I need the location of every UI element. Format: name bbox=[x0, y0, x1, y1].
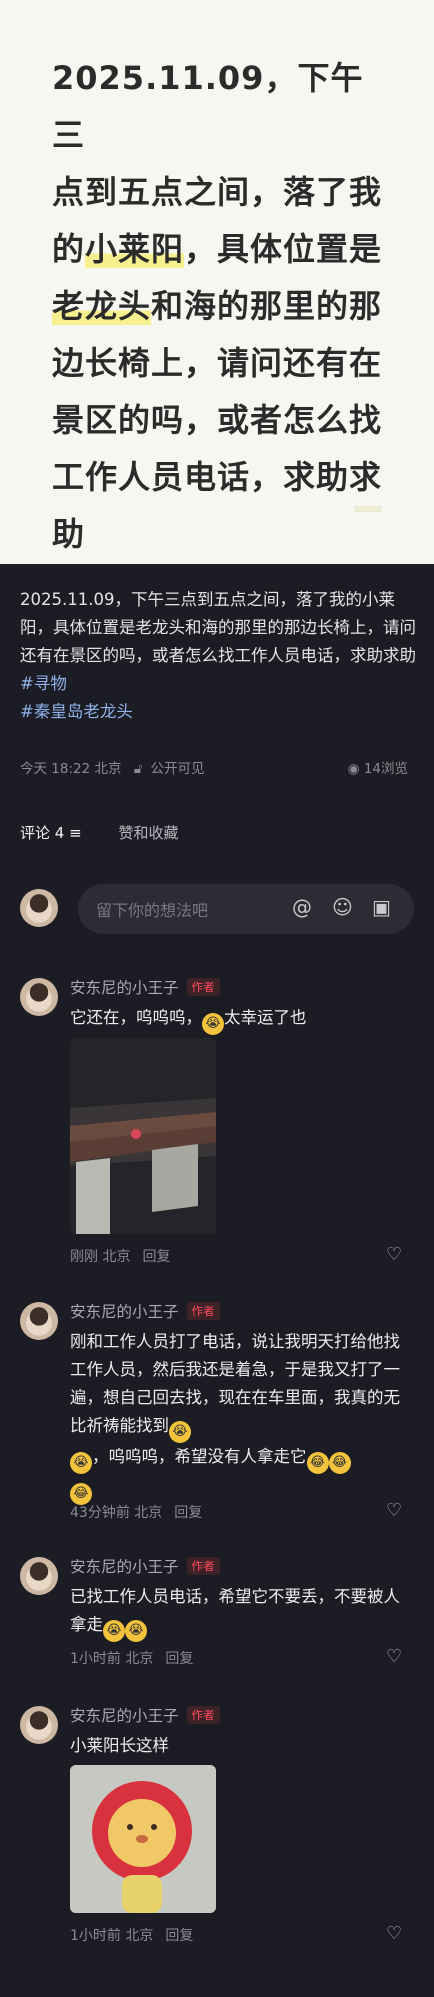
lion-plush-photo bbox=[70, 1765, 216, 1913]
eye-icon: ◉ bbox=[347, 761, 360, 777]
cover-line: 景区的吗，或者怎么找 bbox=[52, 401, 383, 439]
reply-button[interactable]: 回复 bbox=[165, 1928, 193, 1944]
author-badge: 作者 bbox=[186, 978, 220, 996]
post-views: ◉ 14浏览 bbox=[348, 757, 408, 777]
comment-photo[interactable] bbox=[70, 1038, 216, 1234]
comment-author[interactable]: 安东尼的小王子 作者 bbox=[70, 1704, 220, 1726]
comment-author[interactable]: 安东尼的小王子 作者 bbox=[70, 1555, 220, 1577]
tab-label: 评论 4 bbox=[20, 824, 65, 842]
heart-icon[interactable]: ♡ bbox=[386, 1923, 402, 1944]
crying-emoji-icon: 😭 bbox=[70, 1452, 92, 1474]
comment-meta: 1小时前 北京 回复 bbox=[70, 1925, 193, 1945]
text-seg: 它还在，呜呜呜， bbox=[70, 1008, 202, 1027]
cover-line: 工作人员电话，求助求 bbox=[52, 458, 383, 496]
my-avatar bbox=[20, 889, 58, 927]
comment-text: 刚和工作人员打了电话，说让我明天打给他找工作人员，然后我还是着急，于是我又打了一… bbox=[70, 1328, 414, 1505]
cover-line: 2025.11.09，下午三 bbox=[52, 59, 364, 154]
heart-icon[interactable]: ♡ bbox=[386, 1244, 402, 1265]
cover-line: 的小莱阳，具体位置是 bbox=[52, 221, 392, 278]
cover-line: 边长椅上，请问还有在 bbox=[52, 344, 383, 382]
cover-line: 助 bbox=[52, 515, 86, 553]
author-name[interactable]: 安东尼的小王子 bbox=[70, 1303, 179, 1321]
author-name[interactable]: 安东尼的小王子 bbox=[70, 1707, 179, 1725]
comment-meta: 1小时前 北京 回复 bbox=[70, 1648, 193, 1668]
comment-time: 1小时前 北京 bbox=[70, 1651, 154, 1667]
bench-photo bbox=[70, 1038, 216, 1234]
post-caption: 2025.11.09，下午三点到五点之间，落了我的小莱阳，具体位置是老龙头和海的… bbox=[20, 586, 416, 726]
text-seg: ，呜呜呜，希望没有人拿走它 bbox=[92, 1447, 307, 1466]
post-text: 2025.11.09，下午三点到五点之间，落了我的小莱阳，具体位置是老龙头和海的… bbox=[20, 590, 416, 665]
comment-author[interactable]: 安东尼的小王子 作者 bbox=[70, 1300, 220, 1322]
sob-emoji-icon: 😂 bbox=[306, 1452, 329, 1474]
tab-likes[interactable]: 赞和收藏 bbox=[118, 824, 178, 842]
crying-emoji-icon: 😭 bbox=[169, 1421, 191, 1443]
tab-comments[interactable]: 评论 4 ≡ bbox=[20, 824, 82, 842]
post-time: 今天 18:22 北京 bbox=[20, 761, 122, 777]
author-name[interactable]: 安东尼的小王子 bbox=[70, 1558, 179, 1576]
lock-icon: 🔓︎ bbox=[133, 761, 143, 777]
comment-text: 它还在，呜呜呜， 😭 太幸运了也 bbox=[70, 1004, 414, 1035]
comment-author[interactable]: 安东尼的小王子 作者 bbox=[70, 976, 220, 998]
cover-highlight: 老龙头 bbox=[52, 287, 152, 325]
post-meta: 今天 18:22 北京 🔓︎ 公开可见 bbox=[20, 757, 213, 777]
text-seg: 刚和工作人员打了电话，说让我明天打给他找工作人员，然后我还是着急，于是我又打了一… bbox=[70, 1332, 400, 1435]
author-badge: 作者 bbox=[186, 1706, 220, 1724]
image-icon[interactable]: ▣ bbox=[372, 895, 391, 919]
cover-seg: 的 bbox=[52, 230, 86, 268]
comment-text: 小莱阳长这样 bbox=[70, 1736, 169, 1755]
author-badge: 作者 bbox=[186, 1302, 220, 1320]
cover-decoration bbox=[354, 506, 382, 512]
cover-line: 点到五点之间，落了我 bbox=[52, 173, 383, 211]
reply-button[interactable]: 回复 bbox=[165, 1651, 193, 1667]
heart-icon[interactable]: ♡ bbox=[386, 1500, 402, 1521]
comment-time: 43分钟前 北京 bbox=[70, 1505, 163, 1521]
comment-meta: 43分钟前 北京 回复 bbox=[70, 1502, 202, 1522]
post-cover: 2025.11.09，下午三 点到五点之间，落了我 的小莱阳，具体位置是 老龙头… bbox=[0, 0, 434, 564]
hashtag-link[interactable]: #秦皇岛老龙头 bbox=[20, 702, 133, 721]
avatar[interactable] bbox=[20, 1706, 58, 1744]
reply-button[interactable]: 回复 bbox=[174, 1505, 202, 1521]
comment-placeholder: 留下你的想法吧 bbox=[96, 901, 209, 920]
author-name[interactable]: 安东尼的小王子 bbox=[70, 979, 179, 997]
crying-emoji-icon: 😭 bbox=[125, 1620, 147, 1642]
comment-meta: 刚刚 北京 回复 bbox=[70, 1246, 170, 1266]
comment-photo[interactable] bbox=[70, 1765, 216, 1913]
at-icon[interactable]: @ bbox=[292, 895, 312, 919]
cover-seg: ，具体位置是 bbox=[184, 230, 383, 268]
sob-emoji-icon: 😂 bbox=[328, 1452, 351, 1474]
avatar[interactable] bbox=[20, 1302, 58, 1340]
text-seg: 太幸运了也 bbox=[224, 1008, 307, 1027]
cover-line: 老龙头和海的那里的那 bbox=[52, 278, 392, 335]
comment-tabs: 评论 4 ≡ 赞和收藏 bbox=[20, 822, 178, 843]
author-badge: 作者 bbox=[186, 1557, 220, 1575]
avatar[interactable] bbox=[20, 1557, 58, 1595]
emoji-icon[interactable]: ☺ bbox=[332, 895, 353, 919]
comment-time: 1小时前 北京 bbox=[70, 1928, 154, 1944]
hashtag-link[interactable]: #寻物 bbox=[20, 674, 67, 693]
comment-time: 刚刚 北京 bbox=[70, 1249, 131, 1265]
view-count: 14浏览 bbox=[363, 761, 408, 777]
crying-emoji-icon: 😭 bbox=[103, 1620, 125, 1642]
cover-seg: 和海的那里的那 bbox=[151, 287, 383, 325]
sort-icon[interactable]: ≡ bbox=[69, 824, 82, 842]
reply-button[interactable]: 回复 bbox=[142, 1249, 170, 1265]
cover-highlight: 小莱阳 bbox=[85, 230, 185, 268]
heart-icon[interactable]: ♡ bbox=[386, 1646, 402, 1667]
cover-text: 2025.11.09，下午三 点到五点之间，落了我 的小莱阳，具体位置是 老龙头… bbox=[52, 50, 392, 563]
crying-emoji-icon: 😭 bbox=[202, 1013, 224, 1035]
comment-text: 已找工作人员电话，希望它不要丢，不要被人拿走 😭 😭 bbox=[70, 1583, 414, 1642]
avatar[interactable] bbox=[20, 978, 58, 1016]
post-visibility: 公开可见 bbox=[150, 761, 205, 777]
